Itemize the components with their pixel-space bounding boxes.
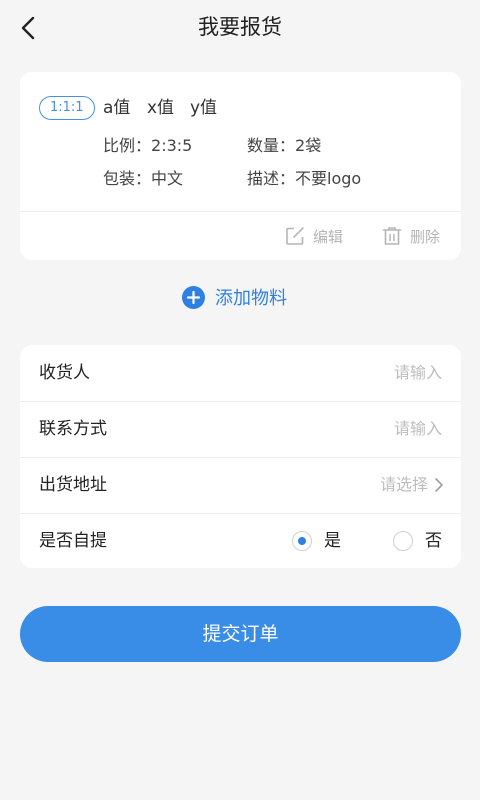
spec-a: a值 (103, 98, 131, 118)
self-pickup-no-radio[interactable]: 否 (393, 529, 442, 553)
packaging-value: 中文 (151, 169, 184, 188)
ratio-label: 比例： (103, 136, 152, 155)
self-pickup-no-label: 否 (425, 531, 442, 551)
contact-label: 联系方式 (39, 419, 107, 439)
ratio-tag: 1:1:1 (39, 96, 95, 120)
plus-circle-icon (182, 285, 205, 309)
ratio-value: 2:3:5 (151, 136, 193, 155)
address-placeholder: 请选择 (379, 475, 428, 494)
nav-bar: 我要报货 (0, 0, 480, 56)
quantity-value: 2袋 (295, 136, 322, 155)
add-material-label: 添加物料 (215, 288, 287, 309)
chevron-right-icon (435, 478, 443, 492)
contact-input[interactable] (242, 417, 442, 441)
page-title: 我要报货 (198, 15, 282, 39)
radio-checked-icon (292, 531, 312, 551)
description-field: 描述：不要logo (247, 168, 361, 190)
receiver-row: 收货人 (20, 345, 461, 401)
self-pickup-yes-label: 是 (324, 531, 341, 551)
edit-button[interactable]: 编辑 (285, 224, 343, 248)
spec-y: y值 (190, 98, 218, 118)
address-select[interactable]: 请选择 (380, 473, 444, 497)
quantity-label: 数量： (247, 136, 296, 155)
receiver-label: 收货人 (39, 363, 90, 383)
quantity-field: 数量：2袋 (247, 135, 321, 157)
ratio-field: 比例：2:3:5 (103, 135, 192, 157)
receiver-input[interactable] (242, 361, 442, 385)
packaging-field: 包装：中文 (103, 168, 183, 190)
address-label: 出货地址 (39, 475, 107, 495)
self-pickup-row: 是否自提 是 否 (20, 513, 461, 569)
card-divider (20, 211, 461, 212)
edit-icon (286, 227, 304, 245)
delete-button[interactable]: 删除 (382, 224, 440, 248)
delete-label: 删除 (410, 227, 441, 246)
self-pickup-yes-radio[interactable]: 是 (292, 529, 341, 553)
self-pickup-label: 是否自提 (39, 531, 107, 551)
description-label: 描述： (247, 169, 296, 188)
address-row[interactable]: 出货地址 请选择 (20, 457, 461, 513)
description-value: 不要logo (295, 169, 362, 188)
edit-label: 编辑 (313, 227, 344, 246)
radio-unchecked-icon (393, 531, 413, 551)
submit-order-button[interactable]: 提交订单 (20, 606, 461, 662)
spec-x: x值 (147, 98, 175, 118)
packaging-label: 包装： (103, 169, 152, 188)
add-material-button[interactable]: 添加物料 (182, 283, 287, 311)
trash-icon (382, 227, 402, 245)
contact-row: 联系方式 (20, 401, 461, 457)
